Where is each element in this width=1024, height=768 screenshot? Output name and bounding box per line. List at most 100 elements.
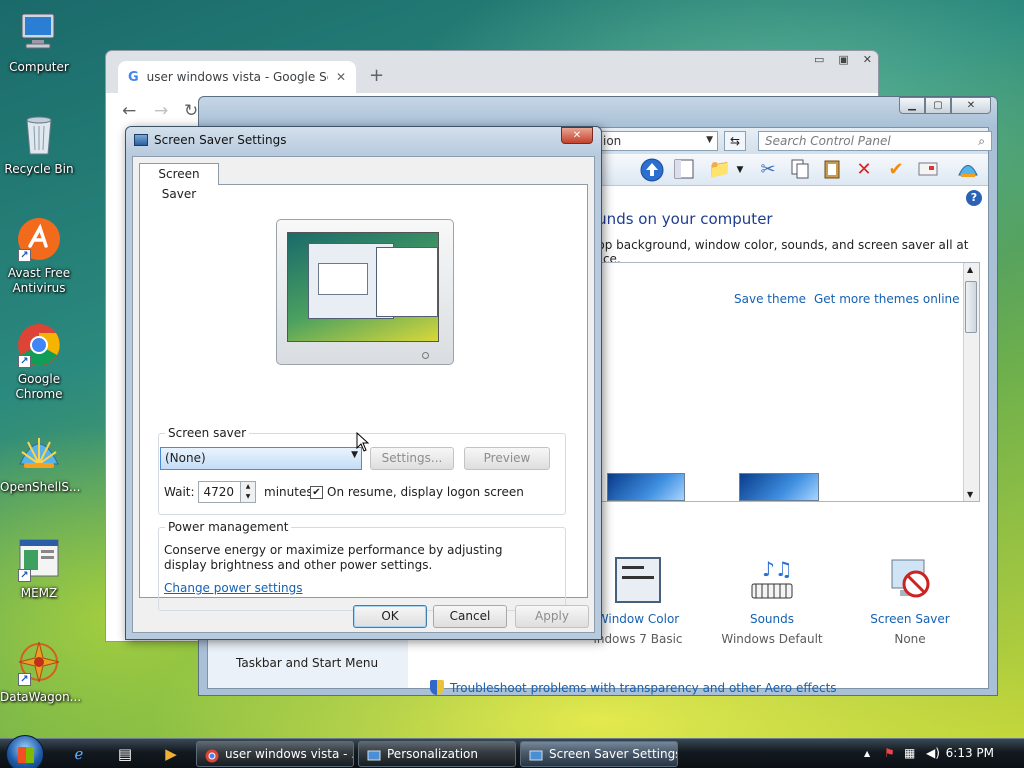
change-power-settings-link[interactable]: Change power settings — [164, 581, 303, 595]
media-player-icon[interactable]: ▶ — [160, 743, 182, 765]
view-icon[interactable] — [672, 158, 696, 182]
troubleshoot-link[interactable]: Troubleshoot problems with transparency … — [430, 680, 837, 695]
copy-icon[interactable] — [788, 158, 812, 182]
mail-icon[interactable] — [916, 158, 940, 182]
theme-thumbnail[interactable] — [739, 473, 819, 501]
display-icon — [529, 747, 543, 761]
checkmark-icon[interactable]: ✔ — [884, 158, 908, 182]
shield-icon — [430, 680, 444, 695]
refresh-button[interactable]: ⇆ — [724, 131, 746, 151]
chevron-down-icon[interactable]: ▼ — [706, 135, 713, 145]
save-theme-link[interactable]: Save theme — [734, 292, 806, 306]
back-icon[interactable]: ← — [122, 101, 136, 121]
apply-button[interactable]: Apply — [515, 605, 589, 628]
minimize-button[interactable]: ▁ — [899, 97, 925, 114]
cut-icon[interactable]: ✂ — [756, 158, 780, 182]
preview-monitor — [276, 219, 454, 365]
dialog-body: Screen Saver Screen saver (None) ▼ Setti… — [132, 156, 595, 633]
windows-logo-icon — [18, 747, 34, 763]
desktop-icon-computer[interactable]: Computer — [0, 10, 78, 75]
desktop-icon-datawagon[interactable]: ↗ DataWagon... — [0, 640, 81, 705]
sidebar-item-taskbar[interactable]: Taskbar and Start Menu — [236, 656, 378, 670]
theme-thumbnail[interactable] — [607, 473, 685, 501]
task-screen-saver-settings[interactable]: Screen Saver Settings — [520, 741, 678, 767]
dialog-caption-buttons: ✕ — [561, 127, 593, 144]
desktop-icon-memz[interactable]: ↗ MEMZ — [0, 536, 78, 601]
delete-icon[interactable]: ✕ — [852, 158, 876, 182]
close-tab-icon[interactable]: ✕ — [336, 70, 346, 84]
memz-icon: ↗ — [16, 536, 62, 582]
power-led-icon — [422, 352, 429, 359]
avast-icon: ↗ — [16, 216, 62, 262]
volume-icon[interactable]: ◀) — [926, 746, 940, 760]
wait-label: Wait: — [164, 485, 195, 499]
screen-saver-dialog[interactable]: Screen Saver Settings ✕ Screen Saver Scr… — [125, 126, 602, 640]
minimize-icon[interactable]: ▭ — [814, 53, 824, 66]
screen-saver-option[interactable]: Screen Saver None — [850, 556, 970, 646]
start-button[interactable] — [6, 735, 44, 768]
desktop-icon-recycle-bin[interactable]: Recycle Bin — [0, 112, 78, 177]
maximize-button[interactable]: ▢ — [925, 97, 951, 114]
tab-page: Screen saver (None) ▼ Settings... Previe… — [139, 184, 588, 611]
close-icon[interactable]: ✕ — [863, 53, 872, 66]
desktop-icon-openshell[interactable]: OpenShellS... — [0, 430, 80, 495]
tab-screen-saver[interactable]: Screen Saver — [139, 163, 219, 201]
wait-minutes-stepper[interactable]: 4720 ▲ ▼ — [198, 481, 256, 503]
new-tab-button[interactable]: + — [369, 65, 384, 86]
search-icon[interactable]: ⌕ — [978, 134, 985, 149]
cancel-button[interactable]: Cancel — [433, 605, 507, 628]
chevron-down-icon[interactable]: ▼ — [728, 158, 752, 182]
forward-icon[interactable]: → — [154, 101, 168, 121]
task-personalization[interactable]: Personalization — [358, 741, 516, 767]
dialog-title: Screen Saver Settings — [154, 133, 287, 147]
task-chrome[interactable]: user windows vista - ... — [196, 741, 354, 767]
chrome-tab-title: user windows vista - Google Sear — [146, 70, 328, 84]
shortcut-arrow-icon: ↗ — [18, 249, 31, 262]
openshell-icon[interactable] — [956, 158, 980, 182]
settings-button[interactable]: Settings... — [370, 447, 454, 470]
dialog-close-button[interactable]: ✕ — [561, 127, 593, 144]
chrome-icon: ↗ — [16, 322, 62, 368]
search-input[interactable]: Search Control Panel ⌕ — [758, 131, 992, 151]
display-icon — [134, 134, 148, 146]
theme-scrollbar[interactable]: ▲ ▼ — [963, 263, 979, 501]
explorer-folder-icon[interactable]: ▤ — [114, 743, 136, 765]
chevron-up-icon[interactable]: ▲ — [864, 749, 870, 758]
help-icon[interactable]: ? — [966, 190, 982, 206]
screen-saver-select[interactable]: (None) ▼ — [160, 447, 362, 470]
ok-button[interactable]: OK — [353, 605, 427, 628]
computer-icon — [16, 10, 62, 56]
shortcut-arrow-icon: ↗ — [18, 673, 31, 686]
close-button[interactable]: ✕ — [951, 97, 991, 114]
mouse-cursor-icon — [356, 432, 370, 452]
chrome-icon — [205, 747, 219, 763]
power-description: Conserve energy or maximize performance … — [164, 543, 503, 572]
svg-text:♪♫: ♪♫ — [762, 557, 793, 581]
scroll-down-icon[interactable]: ▼ — [967, 490, 973, 499]
spin-arrows-icon[interactable]: ▲ ▼ — [240, 482, 255, 502]
internet-explorer-icon[interactable]: ℯ — [68, 743, 90, 765]
desktop-icon-avast[interactable]: ↗ Avast Free Antivirus — [0, 216, 78, 296]
scroll-up-icon[interactable]: ▲ — [967, 265, 973, 274]
action-center-icon[interactable]: ⚑ — [884, 746, 895, 760]
network-icon[interactable]: ▦ — [904, 746, 915, 760]
preview-screen — [287, 232, 439, 342]
up-arrow-icon[interactable] — [640, 158, 664, 182]
resume-logon-checkbox[interactable]: ✔ On resume, display logon screen — [310, 485, 524, 499]
system-tray: ▲ ⚑ ▦ ◀) 6:13 PM — [844, 739, 1024, 768]
caption-buttons: ▁ ▢ ✕ — [899, 97, 991, 114]
get-more-themes-link[interactable]: Get more themes online — [814, 292, 960, 306]
page-title: ounds on your computer — [588, 210, 773, 228]
paste-icon[interactable] — [820, 158, 844, 182]
maximize-icon[interactable]: ▣ — [838, 53, 848, 66]
reload-icon[interactable]: ↻ — [184, 101, 198, 121]
clock[interactable]: 6:13 PM — [946, 746, 994, 760]
sounds-option[interactable]: ♪♫ Sounds Windows Default — [712, 556, 832, 646]
sounds-icon: ♪♫ — [748, 556, 796, 604]
preview-button[interactable]: Preview — [464, 447, 550, 470]
address-field[interactable]: ion ▼ — [596, 131, 718, 151]
desktop-icon-google-chrome[interactable]: ↗ Google Chrome — [0, 322, 78, 402]
scrollbar-thumb[interactable] — [965, 281, 977, 333]
checkbox-checked-icon[interactable]: ✔ — [310, 485, 323, 499]
chrome-tab[interactable]: G user windows vista - Google Sear ✕ — [118, 61, 356, 93]
